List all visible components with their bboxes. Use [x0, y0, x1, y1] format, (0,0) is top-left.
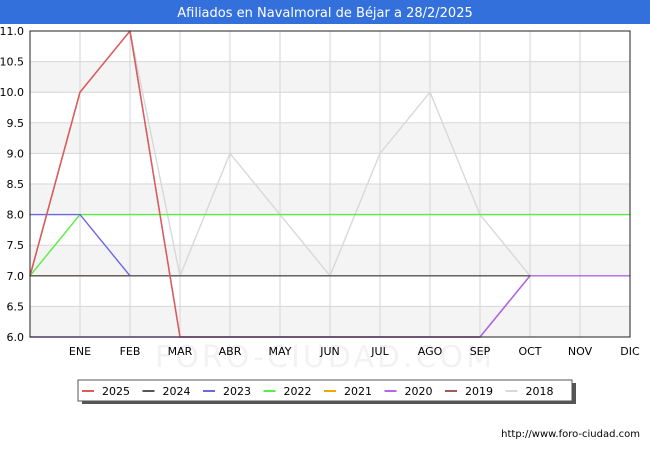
legend-label-2018: 2018	[526, 385, 554, 398]
y-tick-label: 10.0	[0, 86, 24, 99]
x-tick-label: DIC	[620, 345, 640, 358]
source-label: http://www.foro-ciudad.com	[501, 429, 640, 440]
legend-label-2025: 2025	[102, 385, 130, 398]
legend-label-2024: 2024	[163, 385, 191, 398]
x-tick-label: OCT	[518, 345, 541, 358]
x-tick-label: NOV	[568, 345, 593, 358]
x-tick-label: JUL	[370, 345, 389, 358]
x-tick-label: FEB	[120, 345, 141, 358]
y-tick-label: 9.0	[7, 147, 25, 160]
legend-label-2020: 2020	[405, 385, 433, 398]
y-tick-label: 10.5	[0, 56, 24, 69]
x-tick-label: ABR	[219, 345, 242, 358]
y-tick-label: 7.0	[7, 270, 25, 283]
x-tick-label: JUN	[319, 345, 340, 358]
chart: Afiliados en Navalmoral de Béjar a 28/2/…	[0, 0, 650, 450]
x-tick-label: MAY	[269, 345, 292, 358]
x-tick-label: AGO	[418, 345, 443, 358]
x-tick-label: ENE	[69, 345, 91, 358]
legend-label-2021: 2021	[344, 385, 372, 398]
y-axis: 6.0 6.5 7.0 7.5 8.0 8.5 9.0 9.5 10.0 10.5 11.0	[0, 25, 24, 344]
y-tick-label: 6.5	[7, 300, 25, 313]
legend-label-2023: 2023	[223, 385, 251, 398]
y-tick-label: 11.0	[0, 25, 24, 38]
y-tick-label: 8.0	[7, 209, 25, 222]
chart-canvas: Afiliados en Navalmoral de Béjar a 28/2/…	[0, 0, 650, 440]
x-tick-label: SEP	[470, 345, 491, 358]
y-tick-label: 6.0	[7, 331, 25, 344]
x-tick-label: MAR	[168, 345, 193, 358]
chart-title: Afiliados en Navalmoral de Béjar a 28/2/…	[177, 6, 473, 21]
y-tick-label: 8.5	[7, 178, 25, 191]
legend-label-2022: 2022	[284, 385, 312, 398]
y-tick-label: 9.5	[7, 117, 25, 130]
legend-label-2019: 2019	[465, 385, 493, 398]
y-tick-label: 7.5	[7, 239, 25, 252]
